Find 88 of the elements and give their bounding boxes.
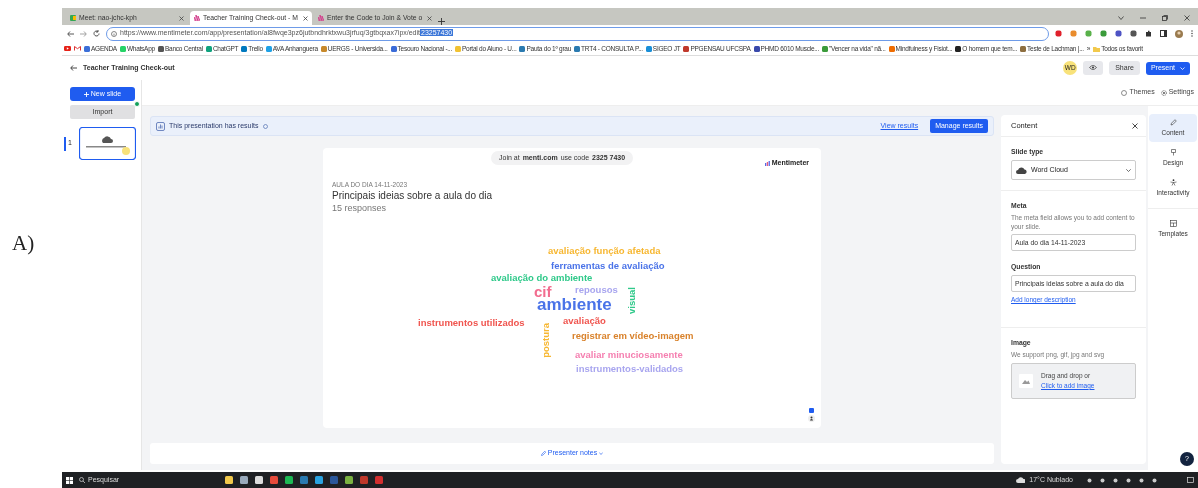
person-icon	[1169, 178, 1177, 186]
mail-icon[interactable]	[74, 46, 81, 51]
site-icon	[320, 45, 327, 52]
word-cloud-word: cif	[534, 284, 552, 299]
site-icon	[683, 45, 690, 52]
site-icon	[574, 45, 581, 52]
cloud-icon	[1016, 166, 1027, 174]
site-icon	[753, 45, 760, 52]
word-cloud-word: instrumentos-validados	[576, 364, 684, 374]
site-info-icon	[111, 30, 117, 37]
back-arrow-icon[interactable]	[67, 30, 74, 37]
figure-label: A)	[12, 231, 35, 255]
word-cloud-word: avaliação do ambiente	[491, 273, 593, 283]
folder-icon	[1093, 45, 1101, 52]
cloud-icon	[1016, 477, 1026, 483]
close-icon[interactable]	[1132, 122, 1138, 129]
word-cloud-word: ferramentas de avaliação	[551, 261, 665, 271]
pin-icon	[1169, 148, 1177, 156]
person-icon	[808, 415, 815, 422]
extension-icon[interactable]	[1055, 30, 1062, 37]
restore-icon[interactable]	[1162, 15, 1168, 21]
site-icon	[157, 45, 164, 52]
extension-icon[interactable]	[1100, 30, 1107, 37]
image-icon	[1019, 373, 1033, 388]
close-icon[interactable]	[179, 15, 184, 21]
site-icon	[205, 45, 212, 52]
response-count: 15 responses	[332, 201, 388, 215]
word-cloud-word: repousos	[575, 285, 618, 295]
extension-icon[interactable]	[1130, 30, 1137, 37]
notification-icon[interactable]	[1187, 477, 1194, 483]
site-icon	[241, 45, 248, 52]
windows-logo-icon[interactable]	[66, 476, 73, 484]
word-cloud-word: ambiente	[537, 296, 612, 313]
chart-icon	[156, 121, 165, 131]
site-icon	[194, 15, 200, 21]
tray-icon[interactable]	[1139, 477, 1144, 483]
close-icon[interactable]	[427, 15, 432, 21]
eye-icon	[1089, 65, 1098, 71]
site-icon	[84, 45, 90, 52]
reload-icon[interactable]	[93, 30, 100, 37]
puzzle-icon[interactable]	[1145, 30, 1152, 37]
tray-icon[interactable]	[1152, 477, 1157, 483]
word-cloud-word: avaliação	[563, 316, 606, 326]
site-icon	[455, 45, 461, 52]
close-icon[interactable]	[303, 15, 308, 21]
tray-icon[interactable]	[1100, 477, 1105, 483]
video-site-icon[interactable]	[64, 46, 71, 51]
extension-icon[interactable]	[1115, 30, 1122, 37]
site-icon	[519, 45, 526, 52]
word-cloud-word: instrumentos utilizados	[418, 318, 525, 328]
site-icon	[70, 15, 76, 21]
word-cloud-word: avaliação função afetada	[548, 246, 661, 256]
chevron-down-icon[interactable]	[1118, 16, 1124, 20]
word-cloud-word: postura	[541, 323, 551, 358]
site-icon	[318, 15, 324, 21]
settings-icon	[1160, 89, 1167, 96]
tray-icon[interactable]	[1126, 477, 1131, 483]
word-cloud-word: visual	[627, 287, 637, 314]
chevron-down-icon	[1126, 168, 1131, 172]
slide-badge-icon	[809, 408, 814, 413]
new-tab-icon[interactable]	[438, 18, 445, 25]
pencil-icon	[540, 451, 546, 456]
word-cloud-word: avaliar minuciosamente	[575, 350, 683, 360]
site-icon	[888, 45, 895, 52]
back-arrow-icon[interactable]	[70, 65, 77, 71]
site-icon	[645, 45, 652, 52]
site-icon	[119, 45, 126, 52]
chevron-down-icon	[599, 452, 604, 455]
grid-icon	[1169, 219, 1177, 227]
site-icon	[955, 45, 962, 52]
caret-icon	[1180, 66, 1185, 70]
search-icon	[79, 477, 85, 483]
pencil-icon	[1169, 118, 1177, 126]
tray-icon[interactable]	[1087, 477, 1092, 483]
bar-chart-logo-icon	[764, 160, 770, 166]
site-icon	[1020, 45, 1027, 52]
tray-icon[interactable]	[1113, 477, 1118, 483]
sidebar-icon[interactable]	[1160, 30, 1167, 37]
profile-avatar-icon[interactable]	[1175, 29, 1183, 38]
site-icon	[390, 45, 397, 52]
slide-question: Principais ideias sobre a aula do dia	[332, 189, 493, 202]
slide-thumbnail-drawing[interactable]	[78, 127, 136, 160]
close-icon[interactable]	[1184, 15, 1190, 21]
site-icon	[265, 45, 272, 52]
preview-button[interactable]	[1083, 61, 1104, 75]
site-icon	[821, 45, 828, 52]
plus-icon	[83, 91, 89, 97]
word-cloud-word: registrar em vídeo-imagem	[572, 331, 694, 341]
